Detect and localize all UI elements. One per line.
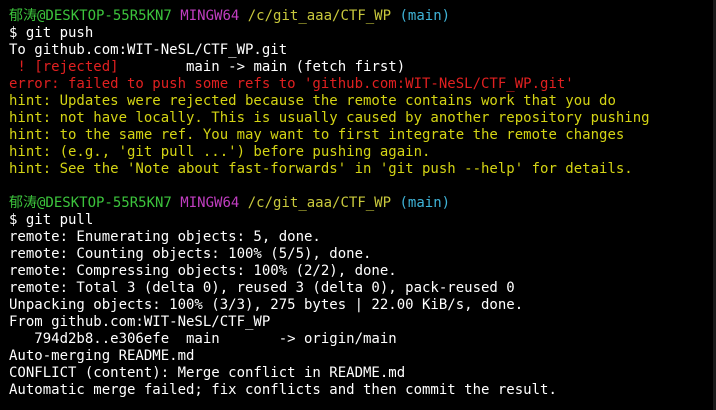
prompt-path: /c/git_aaa/CTF_WP [247, 8, 392, 24]
rejected-tag: ! [rejected] [9, 59, 119, 75]
push-rejected-line: ! [rejected] main -> main (fetch first) [9, 59, 716, 76]
pull-output-line: remote: Compressing objects: 100% (2/2),… [9, 263, 397, 279]
pull-output-line: 794d2b8..e306efe main -> origin/main [9, 331, 397, 347]
hint-line: hint: not have locally. This is usually … [9, 110, 650, 126]
push-error-line: error: failed to push some refs to 'gith… [9, 76, 574, 92]
hint-line: hint: to the same ref. You may want to f… [9, 127, 625, 143]
rejected-ref-update: main -> main (fetch first) [118, 59, 406, 75]
command-line-push: $ git push [9, 25, 94, 41]
prompt-line-2: 郁涛@DESKTOP-55R5KN7 MINGW64 /c/git_aaa/CT… [9, 195, 716, 212]
pull-output-line: Automatic merge failed; fix conflicts an… [9, 382, 557, 398]
prompt-branch: (main) [399, 8, 451, 24]
pull-output-line: remote: Counting objects: 100% (5/5), do… [9, 246, 372, 262]
push-target-line: To github.com:WIT-NeSL/CTF_WP.git [9, 42, 288, 58]
command-line-pull: $ git pull [9, 212, 94, 228]
pull-output-line: CONFLICT (content): Merge conflict in RE… [9, 365, 406, 381]
pull-output-line: remote: Enumerating objects: 5, done. [9, 229, 321, 245]
pull-output-line: Auto-merging README.md [9, 348, 195, 364]
prompt-branch: (main) [399, 195, 451, 211]
prompt-user-host: 郁涛@DESKTOP-55R5KN7 [9, 8, 172, 24]
pull-output-line: remote: Total 3 (delta 0), reused 3 (del… [9, 280, 515, 296]
prompt-msystem: MINGW64 [180, 8, 240, 24]
hint-line: hint: Updates were rejected because the … [9, 93, 616, 109]
pull-output-line: Unpacking objects: 100% (3/3), 275 bytes… [9, 297, 524, 313]
terminal-window[interactable]: 郁涛@DESKTOP-55R5KN7 MINGW64 /c/git_aaa/CT… [0, 0, 716, 410]
hint-line: hint: See the 'Note about fast-forwards'… [9, 161, 633, 177]
prompt-msystem: MINGW64 [180, 195, 240, 211]
pull-output-line: From github.com:WIT-NeSL/CTF_WP [9, 314, 271, 330]
prompt-path: /c/git_aaa/CTF_WP [247, 195, 392, 211]
prompt-user-host: 郁涛@DESKTOP-55R5KN7 [9, 195, 172, 211]
prompt-line-1: 郁涛@DESKTOP-55R5KN7 MINGW64 /c/git_aaa/CT… [9, 8, 716, 25]
hint-line: hint: (e.g., 'git pull ...') before push… [9, 144, 431, 160]
